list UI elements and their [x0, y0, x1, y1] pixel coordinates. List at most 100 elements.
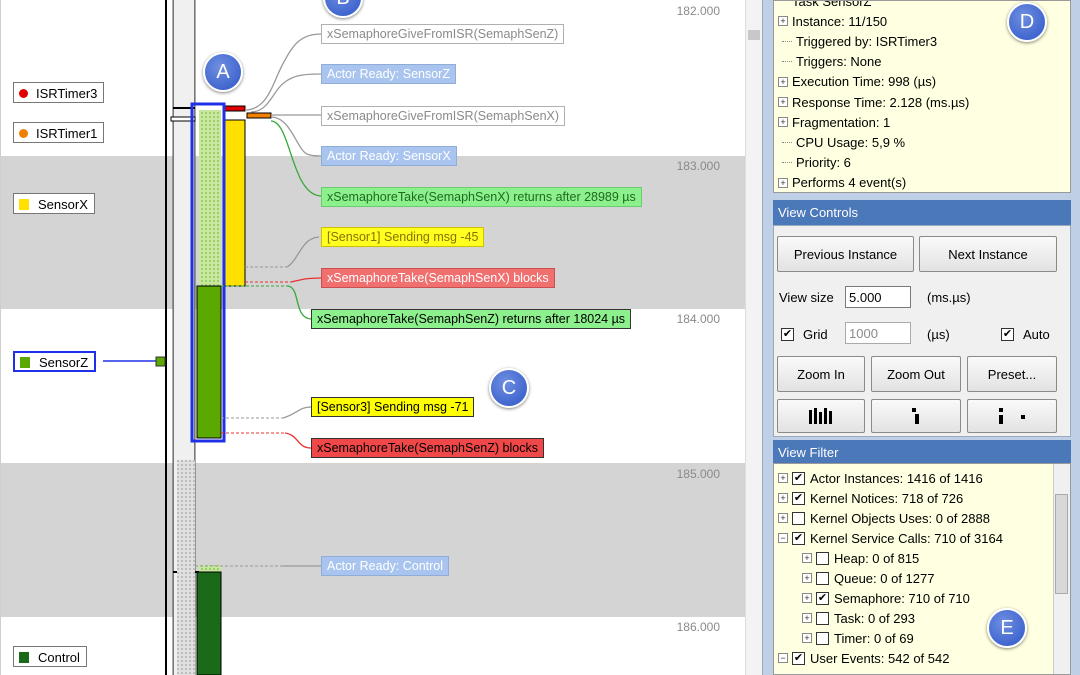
- event-label[interactable]: Actor Ready: SensorZ: [321, 64, 456, 84]
- filter-checkbox: [816, 611, 829, 625]
- dots-icon: [999, 408, 1025, 424]
- expand-icon: +: [802, 633, 812, 643]
- filter-row[interactable]: + Kernel Objects Uses: 0 of 2888: [778, 508, 990, 528]
- info-row[interactable]: + Execution Time: 998 (µs): [778, 72, 1070, 92]
- filter-row[interactable]: + Queue: 0 of 1277: [802, 568, 934, 588]
- auto-checkbox[interactable]: ✔: [1001, 328, 1014, 341]
- ready-hatch: [177, 460, 195, 675]
- view-filter-header: View Filter: [773, 440, 1071, 465]
- connector: [284, 432, 312, 449]
- event-label[interactable]: xSemaphoreTake(SemaphSenX) returns after…: [321, 187, 642, 207]
- filter-checkbox: ✔: [792, 491, 805, 505]
- bars-icon: [809, 408, 832, 424]
- filter-scrollbar-thumb[interactable]: [1055, 494, 1068, 594]
- trace-view[interactable]: 182.000 183.000 184.000 185.000 186.000: [0, 0, 762, 675]
- event-label[interactable]: [Sensor1] Sending msg -45: [321, 227, 485, 247]
- sensorz-block: [196, 285, 222, 439]
- sensorx-block: [222, 119, 246, 287]
- grid-unit: (µs): [927, 327, 950, 342]
- info-row[interactable]: + Fragmentation: 1: [778, 112, 1070, 132]
- event-label[interactable]: xSemaphoreGiveFromISR(SemaphSenZ): [321, 24, 565, 44]
- connector: [270, 120, 322, 197]
- next-instance-button[interactable]: Next Instance: [919, 236, 1057, 272]
- view-mode-step-button[interactable]: [871, 399, 961, 433]
- isrtimer1-block: [246, 112, 272, 119]
- view-size-input[interactable]: [845, 286, 911, 308]
- sensorz-color-icon: [20, 356, 30, 368]
- filter-row[interactable]: + Heap: 0 of 815: [802, 548, 919, 568]
- expand-icon: +: [778, 76, 788, 87]
- isrtimer3-color-icon: [19, 88, 28, 98]
- callout-e: E: [987, 608, 1027, 648]
- expand-icon: +: [778, 513, 788, 523]
- callout-c: C: [489, 368, 529, 408]
- preset-button[interactable]: Preset...: [967, 356, 1057, 392]
- filter-row[interactable]: + ✔ Kernel Notices: 718 of 726: [778, 488, 963, 508]
- actor-label-sensorx[interactable]: SensorX: [13, 193, 95, 214]
- filter-checkbox: ✔: [792, 651, 805, 665]
- collapse-icon: −: [778, 653, 788, 663]
- filter-checkbox: ✔: [792, 531, 805, 545]
- sensorx-color-icon: [19, 198, 29, 210]
- event-label[interactable]: Actor Ready: Control: [321, 556, 450, 576]
- expand-icon: +: [778, 16, 788, 27]
- connector: [282, 406, 312, 419]
- view-mode-dots-button[interactable]: [967, 399, 1057, 433]
- event-label[interactable]: Actor Ready: SensorX: [321, 146, 457, 166]
- trace-scrollbar[interactable]: [745, 0, 762, 675]
- filter-checkbox: [816, 551, 829, 565]
- actor-label-isrtimer1[interactable]: ISRTimer1: [13, 122, 105, 143]
- actor-label-isrtimer3[interactable]: ISRTimer3: [13, 82, 105, 103]
- connector: [290, 277, 322, 283]
- collapse-icon: −: [778, 533, 788, 543]
- trace-scrollbar-thumb[interactable]: [748, 30, 760, 40]
- filter-checkbox: [816, 571, 829, 585]
- zoom-in-button[interactable]: Zoom In: [777, 356, 865, 392]
- view-size-unit: (ms.µs): [927, 290, 971, 305]
- info-row: CPU Usage: 5,9 %: [778, 132, 1070, 152]
- info-row: Triggers: None: [778, 52, 1070, 72]
- grid-input[interactable]: [845, 322, 911, 344]
- event-label[interactable]: xSemaphoreTake(SemaphSenX) blocks: [321, 268, 555, 288]
- view-mode-bars-button[interactable]: [777, 399, 865, 433]
- actor-name: SensorZ: [39, 354, 89, 370]
- event-label[interactable]: xSemaphoreTake(SemaphSenZ) blocks: [311, 438, 544, 458]
- expand-icon: +: [802, 593, 812, 603]
- actor-name: Control: [38, 649, 80, 665]
- info-row[interactable]: + Performs 4 event(s): [778, 173, 1070, 192]
- previous-instance-button[interactable]: Previous Instance: [777, 236, 914, 272]
- filter-row[interactable]: + Timer: 0 of 69: [802, 628, 914, 648]
- filter-checkbox: ✔: [792, 471, 805, 485]
- expand-icon: +: [802, 573, 812, 583]
- control-block: [196, 571, 222, 675]
- filter-row[interactable]: − ✔ Kernel Service Calls: 710 of 3164: [778, 528, 1003, 548]
- callout-d: D: [1007, 2, 1047, 42]
- event-label[interactable]: [Sensor3] Sending msg -71: [311, 397, 475, 417]
- filter-row[interactable]: + ✔ Actor Instances: 1416 of 1416: [778, 468, 983, 488]
- event-label[interactable]: xSemaphoreTake(SemaphSenZ) returns after…: [311, 309, 632, 329]
- actor-label-control[interactable]: Control: [13, 646, 87, 667]
- expand-icon: +: [778, 117, 788, 128]
- sensorz-link-marker: [155, 356, 166, 367]
- right-panel: Task SensorZ + Instance: 11/150 Triggered…: [762, 0, 1080, 675]
- grid-checkbox[interactable]: ✔: [781, 328, 794, 341]
- expand-icon: +: [802, 553, 812, 563]
- step-icon: [912, 408, 919, 424]
- info-row: Priority: 6: [778, 153, 1070, 173]
- filter-checkbox: ✔: [816, 591, 829, 605]
- filter-row[interactable]: + ✔ Semaphore: 710 of 710: [802, 588, 970, 608]
- callout-a: A: [203, 52, 243, 92]
- actor-name: ISRTimer1: [36, 125, 98, 141]
- expand-icon: +: [778, 97, 788, 108]
- view-filter-tree[interactable]: + ✔ Actor Instances: 1416 of 1416 + ✔ Kernel…: [773, 463, 1071, 675]
- info-row[interactable]: + Response Time: 2.128 (ms.µs): [778, 92, 1070, 112]
- connector: [286, 236, 320, 268]
- grid-label: Grid: [803, 327, 828, 342]
- view-size-label: View size: [779, 290, 834, 305]
- filter-row[interactable]: − ✔ User Events: 542 of 542: [778, 648, 949, 668]
- actor-name: SensorX: [38, 196, 88, 212]
- event-label[interactable]: xSemaphoreGiveFromISR(SemaphSenX): [321, 106, 566, 126]
- filter-row[interactable]: + Task: 0 of 293: [802, 608, 915, 628]
- actor-label-sensorz[interactable]: SensorZ: [13, 351, 97, 372]
- zoom-out-button[interactable]: Zoom Out: [871, 356, 961, 392]
